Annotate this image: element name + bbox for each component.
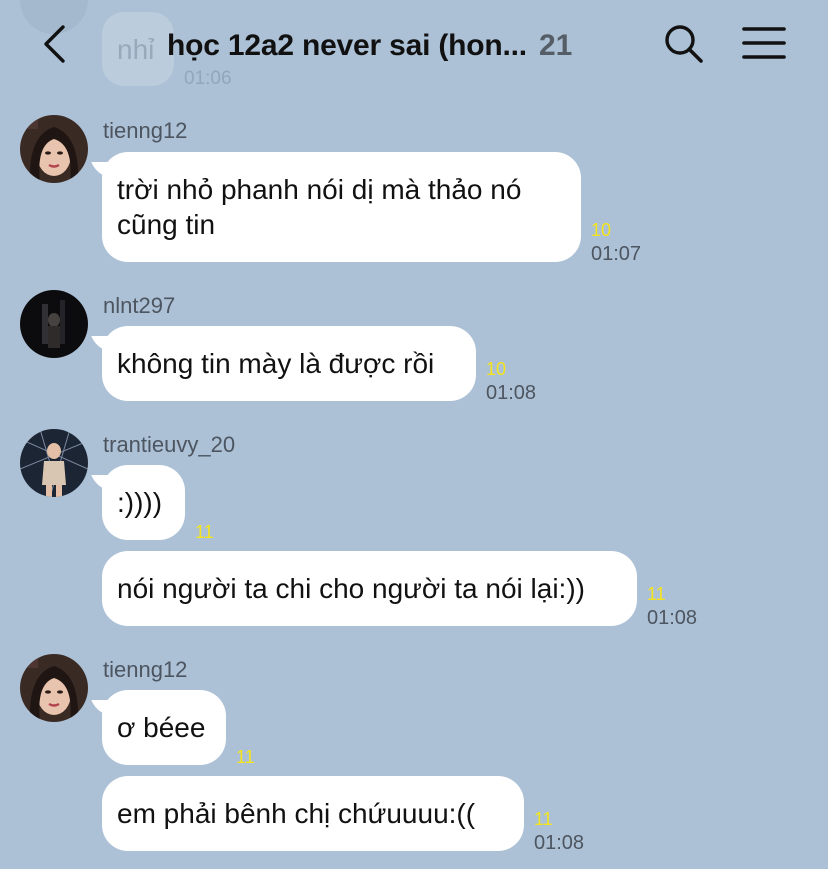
read-count: 11 xyxy=(195,522,214,542)
message-bubble[interactable]: em phải bênh chị chứuuuu:(( xyxy=(102,776,524,851)
message-bubble[interactable]: nói người ta chi cho người ta nói lại:)) xyxy=(102,551,637,626)
avatar[interactable] xyxy=(20,115,88,183)
message-bubble[interactable]: :)))) xyxy=(102,465,185,540)
member-count: 21 xyxy=(538,29,573,62)
message-text: em phải bênh chị chứuuuu:(( xyxy=(117,798,476,829)
message-time: 01:08 xyxy=(647,607,698,629)
chat-title-area[interactable]: học 12a2 never sai (hon... 21 xyxy=(167,24,572,68)
message-bubble[interactable]: không tin mày là được rồi xyxy=(102,326,476,401)
message-time: 01:08 xyxy=(534,832,585,854)
avatar[interactable] xyxy=(20,429,88,497)
search-icon xyxy=(665,25,703,63)
sender-name: trantieuvy_20 xyxy=(103,432,236,457)
chevron-left-icon xyxy=(44,25,65,63)
hamburger-menu-icon xyxy=(742,27,786,59)
menu-button[interactable] xyxy=(740,22,788,66)
sender-name: tienng12 xyxy=(103,657,188,682)
read-count: 11 xyxy=(534,809,553,829)
chat-title: học 12a2 never sai (hon... xyxy=(167,29,527,62)
chat-header: học 12a2 never sai (hon... 21 xyxy=(0,0,828,92)
avatar[interactable] xyxy=(20,654,88,722)
search-button[interactable] xyxy=(662,22,706,66)
message-time: 01:07 xyxy=(591,243,642,265)
message-bubble[interactable]: ơ béee xyxy=(102,690,226,765)
sender-name: nlnt297 xyxy=(103,293,176,318)
read-count: 10 xyxy=(591,220,612,240)
message-text: nói người ta chi cho người ta nói lại:)) xyxy=(117,573,585,604)
message-text: ơ béee xyxy=(117,712,206,743)
message-text: :)))) xyxy=(117,487,163,518)
message-time: 01:08 xyxy=(486,382,537,404)
sender-name: tienng12 xyxy=(103,118,188,143)
read-count: 10 xyxy=(486,359,507,379)
message-text: không tin mày là được rồi xyxy=(117,348,435,379)
read-count: 11 xyxy=(236,747,255,767)
message-bubble[interactable]: trời nhỏ phanh nói dị mà thảo nó cũng ti… xyxy=(102,152,581,262)
read-count: 11 xyxy=(647,584,666,604)
avatar[interactable] xyxy=(20,290,88,358)
back-button[interactable] xyxy=(32,20,76,68)
message-text: trời nhỏ phanh nói dị mà thảo nó cũng ti… xyxy=(117,174,522,240)
